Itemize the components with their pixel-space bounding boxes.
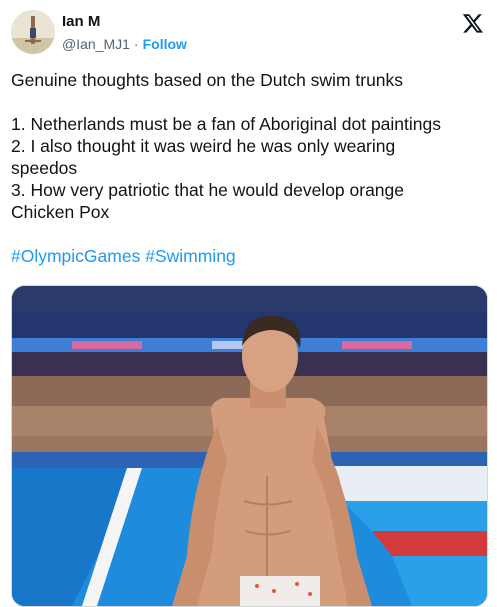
- swimmer-photo: [12, 286, 487, 606]
- hashtag-row: #OlympicGames #Swimming: [11, 245, 491, 267]
- author-handle[interactable]: @Ian_MJ1: [62, 36, 130, 52]
- follow-button[interactable]: Follow: [143, 36, 187, 52]
- author-meta: @Ian_MJ1 · Follow: [62, 36, 187, 52]
- list-item: speedos: [11, 158, 78, 178]
- hashtag-olympicgames[interactable]: #OlympicGames: [11, 246, 140, 266]
- tweet-card: Ian M @Ian_MJ1 · Follow Genuine thoughts b…: [0, 0, 497, 607]
- x-logo-icon[interactable]: [462, 12, 484, 34]
- avatar-image: [11, 10, 55, 54]
- list-item: 2. I also thought it was weird he was on…: [11, 136, 396, 156]
- author-name[interactable]: Ian M: [62, 13, 100, 30]
- tweet-media-image[interactable]: [11, 285, 488, 607]
- avatar[interactable]: [11, 10, 55, 54]
- list-item: Chicken Pox: [11, 202, 110, 222]
- list-item: 3. How very patriotic that he would deve…: [11, 180, 405, 200]
- hashtag-swimming[interactable]: #Swimming: [145, 246, 235, 266]
- separator-dot: ·: [133, 36, 139, 52]
- tweet-line: Genuine thoughts based on the Dutch swim…: [11, 70, 404, 90]
- tweet-text: Genuine thoughts based on the Dutch swim…: [11, 69, 491, 267]
- list-item: 1. Netherlands must be a fan of Aborigin…: [11, 114, 441, 134]
